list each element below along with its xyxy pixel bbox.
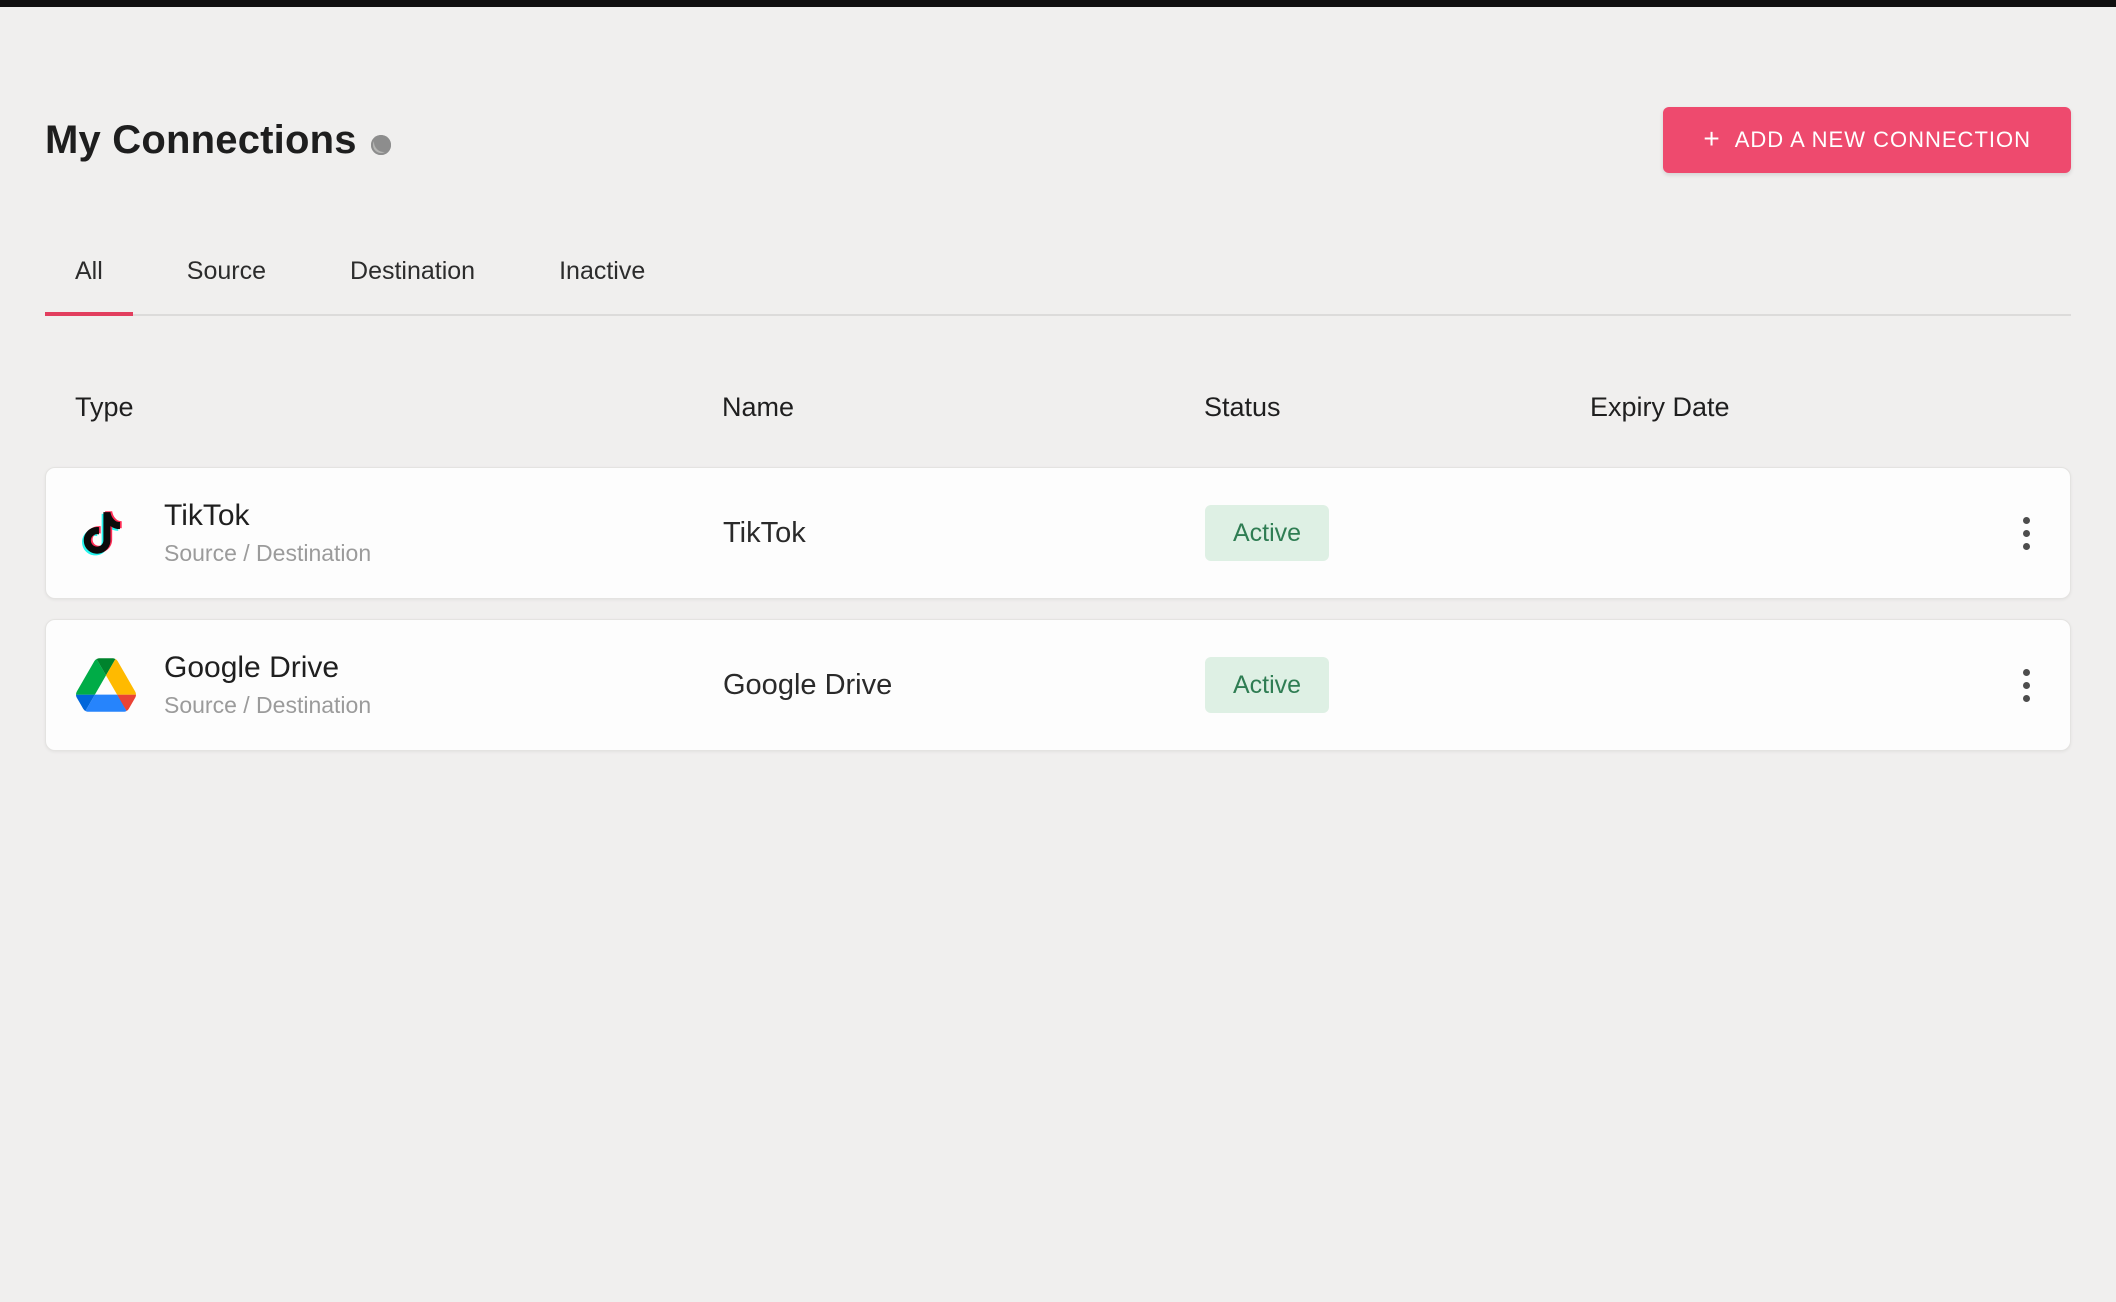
column-header-expiry: Expiry Date <box>1590 392 1971 423</box>
status-badge: Active <box>1205 657 1329 713</box>
page-container: My Connections + ADD A NEW CONNECTION Al… <box>0 107 2116 751</box>
type-text: Google Drive Source / Destination <box>164 651 371 719</box>
status-badge: Active <box>1205 505 1329 561</box>
tab-source[interactable]: Source <box>157 257 296 316</box>
top-window-bar <box>0 0 2116 7</box>
connection-type-subtitle: Source / Destination <box>164 540 371 567</box>
add-connection-button[interactable]: + ADD A NEW CONNECTION <box>1663 107 2071 173</box>
connection-type-title: TikTok <box>164 499 371 533</box>
page-title: My Connections <box>45 118 357 163</box>
connection-type-title: Google Drive <box>164 651 371 685</box>
help-icon[interactable] <box>371 135 391 155</box>
status-cell: Active <box>1205 657 1591 713</box>
add-connection-label: ADD A NEW CONNECTION <box>1735 127 2031 153</box>
status-cell: Active <box>1205 505 1591 561</box>
tiktok-icon <box>76 503 136 563</box>
title-wrap: My Connections <box>45 118 391 163</box>
table-header-row: Type Name Status Expiry Date <box>45 392 2071 423</box>
column-header-name: Name <box>722 392 1204 423</box>
page-header: My Connections + ADD A NEW CONNECTION <box>45 107 2071 173</box>
tab-all[interactable]: All <box>45 257 133 316</box>
tab-bar: All Source Destination Inactive <box>45 257 2071 316</box>
column-header-status: Status <box>1204 392 1590 423</box>
google-drive-icon <box>76 655 136 715</box>
type-text: TikTok Source / Destination <box>164 499 371 567</box>
connection-name: Google Drive <box>723 669 1205 702</box>
table-row[interactable]: Google Drive Source / Destination Google… <box>45 619 2071 751</box>
tab-destination[interactable]: Destination <box>320 257 505 316</box>
row-menu-kebab-icon[interactable] <box>2013 659 2040 712</box>
tab-inactive[interactable]: Inactive <box>529 257 675 316</box>
connection-type-subtitle: Source / Destination <box>164 692 371 719</box>
plus-icon: + <box>1703 125 1720 153</box>
connection-name: TikTok <box>723 517 1205 550</box>
column-header-type: Type <box>75 392 722 423</box>
type-cell: Google Drive Source / Destination <box>76 651 723 719</box>
type-cell: TikTok Source / Destination <box>76 499 723 567</box>
table-row[interactable]: TikTok Source / Destination TikTok Activ… <box>45 467 2071 599</box>
row-menu-kebab-icon[interactable] <box>2013 507 2040 560</box>
